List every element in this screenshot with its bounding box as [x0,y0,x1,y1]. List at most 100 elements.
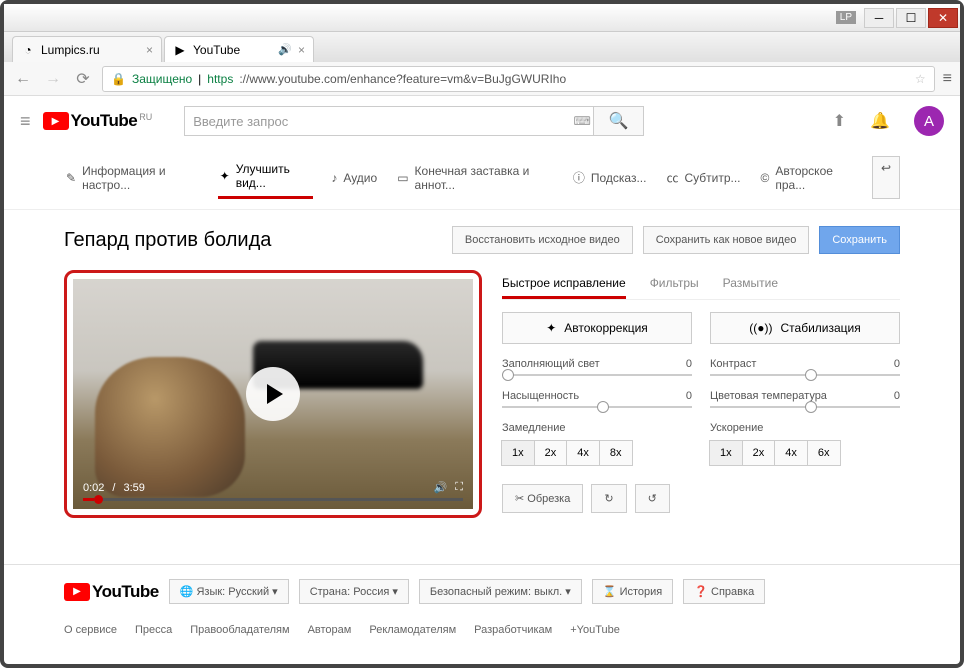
url-path: ://www.youtube.com/enhance?feature=vm&v=… [239,72,566,86]
saturation-slider[interactable]: Насыщенность0 [502,390,692,408]
footer-link[interactable]: Правообладателям [190,624,289,636]
cc-icon: ㏄ [666,169,678,186]
tab-audio[interactable]: ♪Аудио [329,156,379,199]
back-button[interactable]: ← [12,68,34,90]
footer-link[interactable]: Пресса [135,624,172,636]
tab-endscreen[interactable]: ▭Конечная заставка и аннот... [395,156,555,199]
speed-option[interactable]: 1x [709,440,743,466]
play-button[interactable] [246,367,300,421]
slider-value: 0 [686,390,692,402]
close-tab-icon[interactable]: × [146,43,153,57]
speed-option[interactable]: 6x [807,440,841,466]
fill-light-slider[interactable]: Заполняющий свет0 [502,358,692,376]
tab-label: Авторское пра... [775,164,854,192]
search-button[interactable]: 🔍 [593,107,643,135]
footer-link[interactable]: Авторам [308,624,352,636]
speed-option[interactable]: 2x [534,440,568,466]
safety-label: Безопасный режим: [430,586,531,598]
tab-info[interactable]: ✎Информация и настро... [64,156,202,199]
language-selector[interactable]: 🌐 Язык: Русский ▾ [169,579,289,604]
tab-label: Конечная заставка и аннот... [415,164,553,192]
footer-link[interactable]: О сервисе [64,624,117,636]
notifications-icon[interactable]: 🔔 [870,111,890,131]
footer-link[interactable]: +YouTube [570,624,620,636]
restore-original-button[interactable]: Восстановить исходное видео [452,226,633,254]
speed-option[interactable]: 4x [566,440,600,466]
footer: ▶ YouTube 🌐 Язык: Русский ▾ Страна: Росс… [4,564,960,618]
slider-value: 0 [894,358,900,370]
footer-link[interactable]: Рекламодателям [369,624,456,636]
youtube-logo-text: YouTube [71,111,138,131]
revert-button[interactable]: ↩ [872,156,900,199]
safety-value: выкл. [534,586,562,598]
maximize-button[interactable]: ☐ [896,8,926,28]
close-window-button[interactable]: ✕ [928,8,958,28]
tab-title: YouTube [193,43,240,57]
upload-icon[interactable]: ⬆ [833,111,846,131]
country-selector[interactable]: Страна: Россия ▾ [299,579,409,604]
close-tab-icon[interactable]: × [298,43,305,57]
copyright-icon: © [761,171,770,185]
duration: 3:59 [123,482,144,494]
tab-quick-fix[interactable]: Быстрое исправление [502,270,626,299]
video-player[interactable]: 0:02 / 3:59 🔊 ⛶ [73,279,473,509]
save-as-new-button[interactable]: Сохранить как новое видео [643,226,810,254]
lock-icon: 🔒 [111,72,126,86]
rotate-right-button[interactable]: ↻ [591,484,626,513]
trim-button[interactable]: ✂ Обрезка [502,484,583,513]
star-icon[interactable]: ☆ [915,72,926,86]
footer-link[interactable]: Разработчикам [474,624,552,636]
tab-label: Информация и настро... [82,164,200,192]
browser-tab-lumpics[interactable]: ◔ Lumpics.ru × [12,36,162,62]
stabilize-button[interactable]: ((●))Стабилизация [710,312,900,344]
youtube-play-icon: ▶ [43,112,69,130]
help-button[interactable]: ❓ Справка [683,579,765,604]
footer-logo[interactable]: ▶ YouTube [64,582,159,602]
speedup-options: 1x 2x 4x 6x [710,440,900,466]
url-input[interactable]: 🔒 Защищено | https://www.youtube.com/enh… [102,66,935,92]
reload-button[interactable]: ⟳ [72,68,94,90]
tab-title: Lumpics.ru [41,43,100,57]
lp-badge: LP [836,11,856,24]
keyboard-icon[interactable]: ⌨ [571,107,593,135]
speed-option[interactable]: 2x [742,440,776,466]
autocorrect-button[interactable]: ✦Автокоррекция [502,312,692,344]
tab-filters[interactable]: Фильтры [650,270,699,299]
slowdown-label: Замедление [502,422,692,434]
slider-value: 0 [894,390,900,402]
minimize-button[interactable]: ─ [864,8,894,28]
wand-icon: ✦ [220,169,230,183]
forward-button[interactable]: → [42,68,64,90]
chrome-menu-icon[interactable]: ≡ [943,70,952,88]
tab-copyright[interactable]: © Авторское пра... [759,156,856,199]
seek-bar[interactable] [83,498,463,501]
youtube-play-icon: ▶ [64,583,90,601]
tab-label: Субтитр... [684,171,740,185]
tab-label: Улучшить вид... [236,162,312,190]
avatar[interactable]: A [914,106,944,136]
rotate-left-button[interactable]: ↺ [635,484,670,513]
note-icon: ♪ [331,171,337,185]
browser-tab-youtube[interactable]: ▶ YouTube 🔊 × [164,36,314,62]
volume-icon[interactable]: 🔊 [434,481,448,494]
contrast-slider[interactable]: Контраст0 [710,358,900,376]
safety-mode-selector[interactable]: Безопасный режим: выкл. ▾ [419,579,582,604]
speed-option[interactable]: 8x [599,440,633,466]
tab-cards[interactable]: ⓘПодсказ... [571,156,649,199]
youtube-search: Введите запрос ⌨ 🔍 [184,106,644,136]
speed-option[interactable]: 4x [774,440,808,466]
search-input[interactable]: Введите запрос [185,107,571,135]
history-button[interactable]: ⌛ История [592,579,673,604]
youtube-logo[interactable]: ▶ YouTube RU [43,111,153,131]
tab-subtitles[interactable]: ㏄ Субтитр... [664,156,742,199]
button-label: Стабилизация [781,321,861,335]
hamburger-icon[interactable]: ≡ [20,111,31,132]
audio-icon[interactable]: 🔊 [278,43,292,56]
url-host: https [207,72,233,86]
color-temp-slider[interactable]: Цветовая температура0 [710,390,900,408]
tab-blur[interactable]: Размытие [723,270,778,299]
speed-option[interactable]: 1x [501,440,535,466]
fullscreen-icon[interactable]: ⛶ [455,481,463,494]
tab-enhance[interactable]: ✦ Улучшить вид... [218,156,314,199]
save-button[interactable]: Сохранить [819,226,900,254]
